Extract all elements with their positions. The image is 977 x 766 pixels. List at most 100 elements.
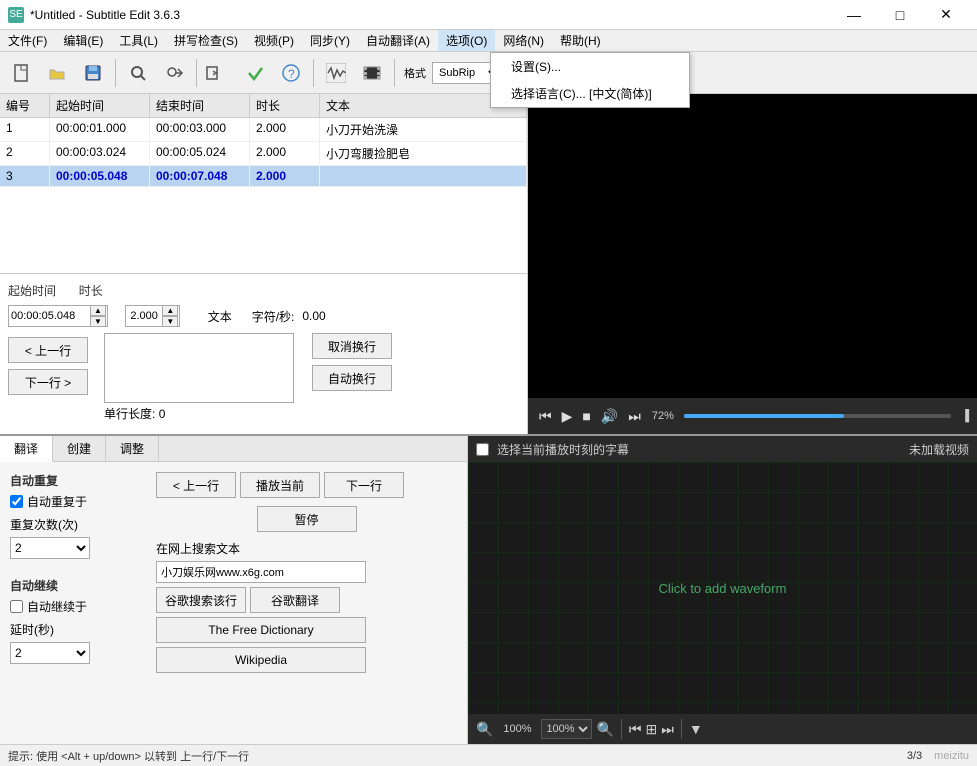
minimize-button[interactable]: — xyxy=(831,0,877,30)
new-button[interactable] xyxy=(4,56,38,90)
help-button[interactable]: ? xyxy=(274,56,308,90)
menu-file[interactable]: 文件(F) xyxy=(0,30,55,51)
free-dictionary-btn[interactable]: The Free Dictionary xyxy=(156,617,366,643)
check-icon xyxy=(245,63,265,83)
cell-start: 00:00:05.048 xyxy=(50,166,150,186)
duration-label: 时长 xyxy=(79,282,103,299)
pause-btn[interactable]: 暂停 xyxy=(257,506,357,532)
wf-grid-btn[interactable]: ⊞ xyxy=(645,721,657,738)
menu-options[interactable]: 选项(O) xyxy=(438,30,495,51)
pause-row: 暂停 xyxy=(156,506,457,532)
wikipedia-btn[interactable]: Wikipedia xyxy=(156,647,366,673)
table-row-selected[interactable]: 3 00:00:05.048 00:00:07.048 2.000 xyxy=(0,166,527,187)
table-header: 编号 起始时间 结束时间 时长 文本 xyxy=(0,94,527,118)
duration-down[interactable]: ▼ xyxy=(162,316,178,327)
menu-autotranslate[interactable]: 自动翻译(A) xyxy=(358,30,438,51)
prev-row-button[interactable]: < 上一行 xyxy=(8,337,88,363)
search-text-input[interactable]: 小刀娱乐网www.x6g.com xyxy=(156,561,366,583)
visual-sync-button[interactable] xyxy=(202,56,236,90)
action-buttons: 取消换行 自动换行 xyxy=(312,333,392,391)
table-row[interactable]: 2 00:00:03.024 00:00:05.024 2.000 小刀弯腰捡肥… xyxy=(0,142,527,166)
zoom-out-icon[interactable]: 🔍 xyxy=(476,721,493,738)
chars-per-sec-value: 0.00 xyxy=(302,309,325,323)
wf-next-btn[interactable]: ⏭ xyxy=(661,721,674,738)
zoom-in-icon[interactable]: 🔍 xyxy=(596,721,613,738)
menu-edit[interactable]: 编辑(E) xyxy=(55,30,111,51)
open-button[interactable] xyxy=(40,56,74,90)
auto-repeat-checkbox-label: 自动重复于 xyxy=(27,493,87,510)
film-button[interactable] xyxy=(355,56,389,90)
video-area[interactable] xyxy=(528,94,977,398)
toolbar-sep-1 xyxy=(115,59,116,87)
duration-up[interactable]: ▲ xyxy=(162,305,178,316)
video-end-marker: ▐ xyxy=(961,410,969,422)
auto-repeat-checkbox[interactable] xyxy=(10,495,23,508)
close-button[interactable]: ✕ xyxy=(923,0,969,30)
menu-network[interactable]: 网络(N) xyxy=(495,30,552,51)
cell-duration: 2.000 xyxy=(250,118,320,141)
auto-repeat-section: 自动重复 自动重复于 重复次数(次) 2 3 5 xyxy=(10,472,140,559)
progress-bar[interactable] xyxy=(684,414,951,418)
table-row[interactable]: 1 00:00:01.000 00:00:03.000 2.000 小刀开始洗澡 xyxy=(0,118,527,142)
zoom-select[interactable]: 50% 75% 100% 150% 200% xyxy=(541,719,592,739)
auto-replace-button[interactable]: 自动换行 xyxy=(312,365,392,391)
maximize-button[interactable]: □ xyxy=(877,0,923,30)
menu-spell[interactable]: 拼写检查(S) xyxy=(166,30,246,51)
tab-adjust[interactable]: 调整 xyxy=(106,436,159,461)
status-bar: 提示: 使用 <Alt + up/down> 以转到 上一行/下一行 3/3 m… xyxy=(0,744,977,766)
google-search-btn[interactable]: 谷歌搜索该行 xyxy=(156,587,246,613)
cell-duration: 2.000 xyxy=(250,166,320,186)
cell-start: 00:00:03.024 xyxy=(50,142,150,165)
menu-video[interactable]: 视频(P) xyxy=(246,30,302,51)
subtitle-table: 编号 起始时间 结束时间 时长 文本 1 00:00:01.000 00:00:… xyxy=(0,94,527,274)
menu-tools[interactable]: 工具(L) xyxy=(111,30,166,51)
next-btn[interactable]: 下一行 xyxy=(324,472,404,498)
menu-help[interactable]: 帮助(H) xyxy=(552,30,609,51)
subtitle-at-playback-label: 选择当前播放时刻的字幕 xyxy=(497,441,629,458)
find-button[interactable] xyxy=(121,56,155,90)
svg-text:?: ? xyxy=(288,67,295,81)
save-button[interactable] xyxy=(76,56,110,90)
cell-end: 00:00:05.024 xyxy=(150,142,250,165)
start-time-down[interactable]: ▼ xyxy=(90,316,106,327)
video-stop-btn[interactable]: ■ xyxy=(579,408,593,424)
wf-prev-btn[interactable]: ⏮ xyxy=(629,721,642,738)
cell-number: 2 xyxy=(0,142,50,165)
video-skip-btn[interactable]: ⏭ xyxy=(625,408,644,425)
tab-translate[interactable]: 翻译 xyxy=(0,436,53,462)
cell-start: 00:00:01.000 xyxy=(50,118,150,141)
search-icon xyxy=(128,63,148,83)
delay-label: 延时(秒) xyxy=(10,621,140,638)
wf-audio-btn[interactable]: ▼ xyxy=(689,721,703,737)
title-bar: SE *Untitled - Subtitle Edit 3.6.3 — □ ✕ xyxy=(0,0,977,30)
video-play-btn[interactable]: ▶ xyxy=(559,408,576,425)
delay-select[interactable]: 2 3 5 xyxy=(10,642,90,664)
replace-button[interactable] xyxy=(157,56,191,90)
dropdown-settings[interactable]: 设置(S)... xyxy=(491,53,689,80)
start-time-label: 起始时间 xyxy=(8,282,56,299)
waveform-button[interactable] xyxy=(319,56,353,90)
start-time-up[interactable]: ▲ xyxy=(90,305,106,316)
next-row-button[interactable]: 下一行 > xyxy=(8,369,88,395)
menu-sync[interactable]: 同步(Y) xyxy=(302,30,358,51)
dropdown-language[interactable]: 选择语言(C)... [中文(简体)] xyxy=(491,80,689,107)
start-time-wrapper: 00:00:05.048 ▲ ▼ xyxy=(8,305,106,327)
window-title: *Untitled - Subtitle Edit 3.6.3 xyxy=(30,8,180,22)
waveform-canvas[interactable]: Click to add waveform xyxy=(468,462,977,714)
google-translate-btn[interactable]: 谷歌翻译 xyxy=(250,587,340,613)
video-mute-btn[interactable]: 🔊 xyxy=(598,408,621,425)
cell-number: 1 xyxy=(0,118,50,141)
video-prev-btn[interactable]: ⏮ xyxy=(536,408,555,425)
open-icon xyxy=(47,63,67,83)
repeat-count-select[interactable]: 2 3 5 xyxy=(10,537,90,559)
subtitle-text-input[interactable] xyxy=(104,333,294,403)
auto-continue-checkbox[interactable] xyxy=(10,600,23,613)
window-controls: — □ ✕ xyxy=(831,0,969,30)
tab-create[interactable]: 创建 xyxy=(53,436,106,461)
prev-btn[interactable]: < 上一行 xyxy=(156,472,236,498)
cancel-replace-button[interactable]: 取消换行 xyxy=(312,333,392,359)
play-current-btn[interactable]: 播放当前 xyxy=(240,472,320,498)
check-button[interactable] xyxy=(238,56,272,90)
col-end: 结束时间 xyxy=(150,94,250,117)
subtitle-at-playback-checkbox[interactable] xyxy=(476,443,489,456)
